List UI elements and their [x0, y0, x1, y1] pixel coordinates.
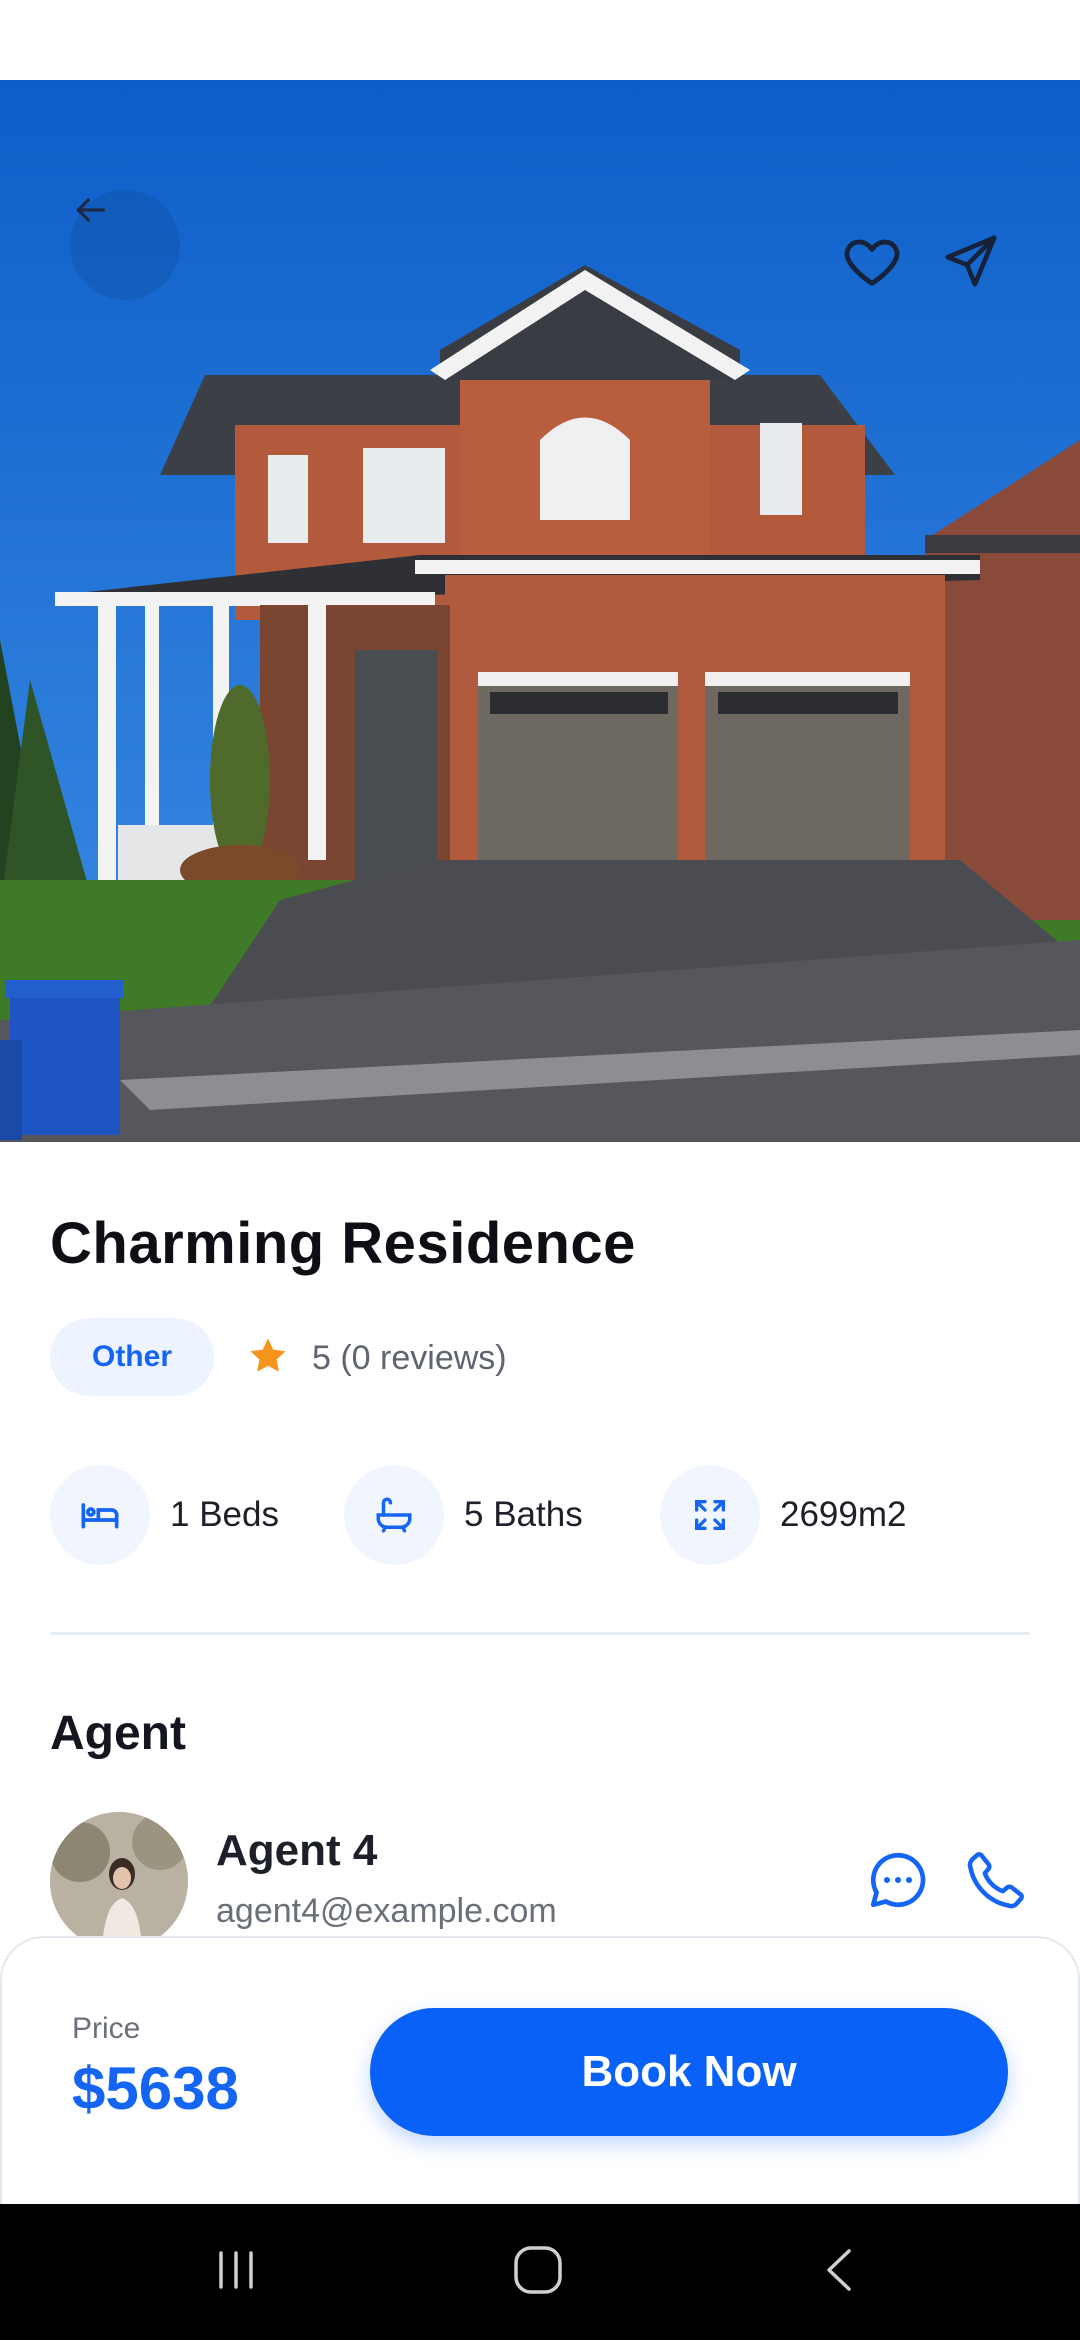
- property-image: [0, 80, 1080, 1142]
- bed-icon: [50, 1465, 150, 1565]
- agent-email: agent4@example.com: [216, 1892, 557, 1930]
- feature-area-label: 2699m2: [780, 1495, 907, 1534]
- price-value: $5638: [72, 2055, 239, 2122]
- area-expand-icon: [660, 1465, 760, 1565]
- rating-text: 5 (0 reviews): [312, 1338, 507, 1377]
- book-now-button[interactable]: Book Now: [370, 2008, 1008, 2136]
- back-button[interactable]: [70, 190, 180, 300]
- feature-baths: 5 Baths: [344, 1465, 583, 1565]
- home-button[interactable]: [478, 2204, 598, 2340]
- star-icon: [246, 1334, 290, 1383]
- home-icon: [511, 2243, 565, 2302]
- chevron-left-icon: [815, 2245, 865, 2300]
- chat-button[interactable]: [858, 1842, 938, 1922]
- favorite-button[interactable]: [840, 230, 920, 310]
- chat-bubble-icon: [865, 1847, 931, 1918]
- agent-name: Agent 4: [216, 1826, 378, 1875]
- divider: [50, 1632, 1030, 1635]
- property-title: Charming Residence: [50, 1211, 636, 1276]
- system-nav-bar: [0, 2204, 1080, 2340]
- system-back-button[interactable]: [780, 2204, 900, 2340]
- feature-beds-label: 1 Beds: [170, 1495, 279, 1534]
- call-button[interactable]: [956, 1842, 1036, 1922]
- category-badge: Other: [50, 1318, 214, 1396]
- agent-section-title: Agent: [50, 1707, 186, 1760]
- feature-area: 2699m2: [660, 1465, 906, 1565]
- status-bar: [0, 0, 1080, 80]
- bath-icon: [344, 1465, 444, 1565]
- rating: 5 (0 reviews): [246, 1333, 507, 1383]
- agent-avatar: [50, 1812, 188, 1950]
- recent-apps-button[interactable]: [176, 2204, 296, 2340]
- recent-apps-icon: [211, 2245, 261, 2300]
- share-button[interactable]: [940, 230, 1020, 310]
- phone-icon: [964, 1848, 1028, 1917]
- feature-beds: 1 Beds: [50, 1465, 279, 1565]
- price-label: Price: [72, 2012, 141, 2045]
- feature-baths-label: 5 Baths: [464, 1495, 583, 1534]
